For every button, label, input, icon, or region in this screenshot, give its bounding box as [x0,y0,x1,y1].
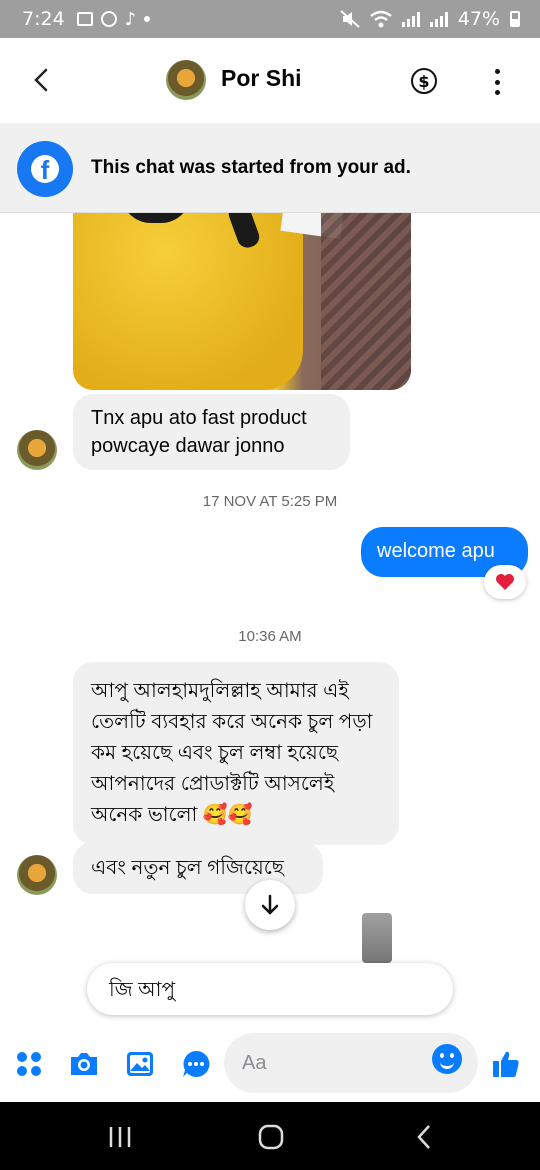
shared-photo[interactable] [73,213,411,390]
like-button[interactable] [490,1048,522,1080]
back-icon [34,68,48,92]
message-text: welcome apu [377,540,495,562]
facebook-icon: f [17,141,73,197]
chat-extension-button[interactable] [180,1048,212,1080]
message-timestamp: 10:36 AM [238,628,302,645]
sender-avatar[interactable] [17,430,57,470]
gallery-notification-icon [76,12,93,26]
scroll-to-bottom-button[interactable] [245,880,295,930]
message-thread[interactable]: Tnx apu ato fast product powcaye dawar j… [0,213,540,1028]
more-options-button[interactable] [490,69,504,95]
next-photo-preview[interactable] [362,913,392,963]
status-notification-icons: ♪ [76,8,151,30]
ad-banner: f This chat was started from your ad. [0,123,540,213]
gallery-button[interactable] [124,1048,156,1080]
heart-reaction[interactable] [484,565,526,599]
message-text: Tnx apu ato fast product powcaye dawar j… [91,407,307,457]
tiktok-notification-icon: ♪ [124,8,137,30]
whatsapp-notification-icon [100,11,117,27]
quick-reply-text: জি আপু [109,979,176,1001]
dollar-icon: $ [418,71,430,91]
mute-icon [340,10,360,28]
more-icon [494,69,500,74]
contact-avatar[interactable] [166,60,206,100]
battery-percent: 47% [457,8,500,30]
signal-2-icon [429,11,448,27]
message-timestamp: 17 NOV AT 5:25 PM [202,493,338,510]
status-time: 7:24 [22,8,65,30]
signal-icon [401,11,420,27]
system-navigation-bar [0,1102,540,1170]
contact-name[interactable]: Por Shi [221,65,302,92]
back-button[interactable] [28,66,56,94]
nav-back-icon [417,1125,430,1149]
chat-icon [183,1050,210,1077]
sender-avatar[interactable] [17,855,57,895]
payment-button[interactable]: $ [411,68,437,94]
message-composer: Aa [0,1028,540,1102]
home-button[interactable] [256,1124,286,1150]
heart-icon [496,574,514,590]
quick-reply-suggestion[interactable]: জি আপু [87,963,453,1015]
message-text: আপু আলহামদুলিল্লাহ আমার এই তেলটি ব্যবহার… [91,680,373,826]
chat-header: Por Shi $ [0,38,540,123]
recents-button[interactable] [105,1124,135,1150]
camera-button[interactable] [68,1048,100,1080]
apps-icon [17,1052,41,1076]
nav-back-button[interactable] [409,1124,439,1150]
like-icon [493,1051,519,1077]
camera-icon [71,1053,97,1075]
arrow-down-icon [261,894,279,915]
ad-banner-text: This chat was started from your ad. [91,157,411,178]
gallery-icon [127,1052,153,1076]
recents-icon [109,1127,131,1147]
battery-icon [510,11,520,27]
message-input-placeholder: Aa [242,1051,267,1074]
incoming-message-bubble[interactable]: Tnx apu ato fast product powcaye dawar j… [73,394,350,470]
status-system-icons: 47% [340,8,520,30]
home-icon [258,1124,284,1150]
more-notifications-icon [144,16,151,22]
apps-button[interactable] [13,1048,45,1080]
status-bar: 7:24 ♪ 47% [0,0,540,38]
emoji-button[interactable] [432,1044,462,1074]
message-text: এবং নতুন চুল গজিয়েছে [91,857,284,879]
wifi-icon [369,10,392,28]
incoming-message-bubble[interactable]: আপু আলহামদুলিল্লাহ আমার এই তেলটি ব্যবহার… [73,662,399,845]
